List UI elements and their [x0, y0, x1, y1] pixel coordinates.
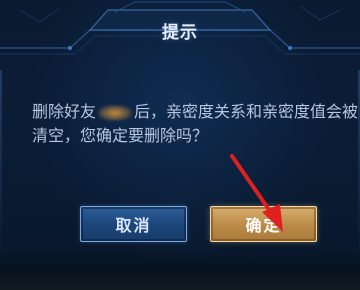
dialog-message: 删除好友 后，亲密度关系和亲密度值会被 清空，您确定要删除吗？: [32, 100, 360, 148]
panel-border-left: [0, 70, 2, 250]
confirm-button[interactable]: 确定: [210, 206, 317, 242]
dialog-title: 提示: [162, 22, 198, 43]
message-line-1: 删除好友 后，亲密度关系和亲密度值会被: [32, 100, 360, 124]
message-suffix: 后，亲密度关系和亲密度值会被: [134, 102, 359, 121]
bottom-strip: [0, 250, 360, 290]
message-prefix: 删除好友: [32, 102, 97, 121]
delete-friend-dialog: 提示 删除好友 后，亲密度关系和亲密度值会被 清空，您确定要删除吗？ 取消 确定: [0, 0, 360, 290]
dialog-title-band: 提示: [138, 8, 222, 52]
cancel-button[interactable]: 取消: [80, 206, 187, 242]
redacted-name-icon: [98, 104, 133, 121]
message-line-2: 清空，您确定要删除吗？: [32, 126, 209, 145]
